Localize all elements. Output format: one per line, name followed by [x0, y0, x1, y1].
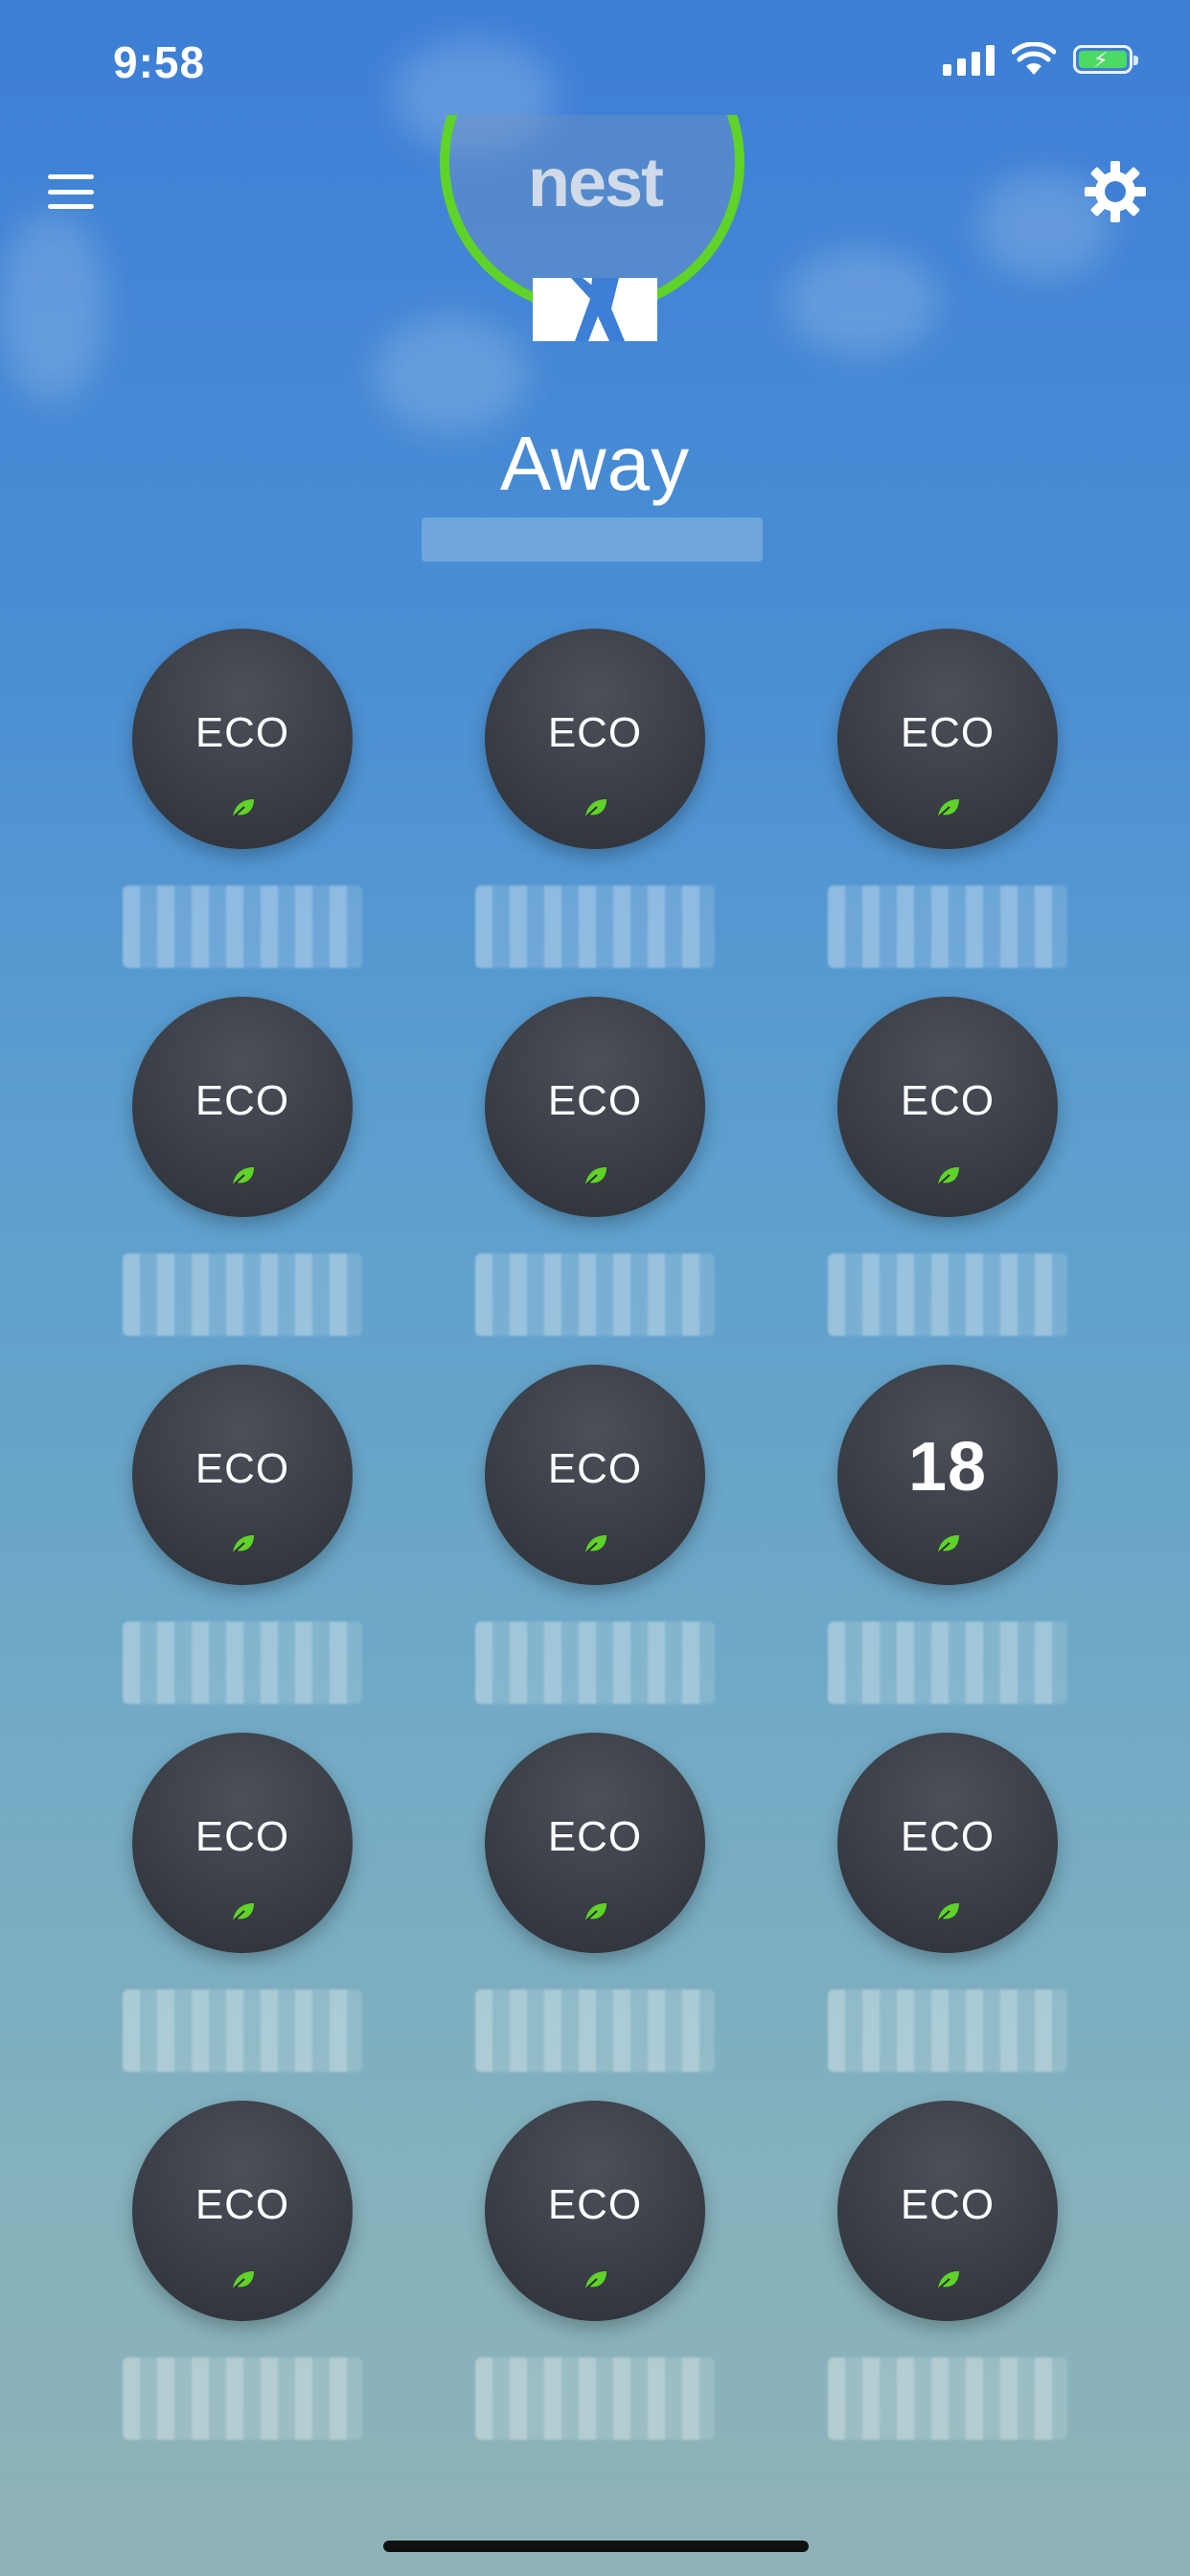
thermostat-tile[interactable]: ECO — [485, 2101, 705, 2321]
redacted-device-name — [475, 1254, 715, 1336]
battery-charging-icon: ⚡ — [1073, 45, 1138, 74]
thermostat-tile[interactable]: ECO — [837, 629, 1058, 849]
thermostat-value: ECO — [547, 1077, 643, 1124]
background-cloud — [786, 249, 939, 355]
thermostat-tile[interactable]: ECO — [837, 1733, 1058, 1953]
thermostat-tile[interactable]: ECO — [132, 2101, 353, 2321]
gear-icon[interactable] — [1081, 157, 1150, 226]
eco-leaf-icon — [585, 1167, 606, 1185]
cellular-signal-icon — [943, 43, 995, 76]
redacted-device-name — [475, 2358, 715, 2440]
thermostat-tile[interactable]: 18 — [837, 1365, 1058, 1585]
eco-leaf-icon — [938, 1903, 959, 1921]
thermostat-value: 18 — [907, 1429, 988, 1506]
thermostat-tile[interactable]: ECO — [485, 997, 705, 1217]
thermostat-value: ECO — [547, 2181, 643, 2228]
thermostat-value: ECO — [900, 1077, 995, 1124]
thermostat-value: ECO — [547, 1445, 643, 1492]
thermostat-value: ECO — [547, 709, 643, 756]
thermostat-tile[interactable]: ECO — [485, 1733, 705, 1953]
eco-leaf-icon — [233, 1903, 254, 1921]
redacted-device-name — [123, 886, 362, 968]
eco-leaf-icon — [233, 2271, 254, 2289]
thermostat-value: ECO — [195, 1813, 290, 1860]
eco-leaf-icon — [938, 2271, 959, 2289]
eco-leaf-icon — [938, 1535, 959, 1553]
thermostat-value: ECO — [195, 1445, 290, 1492]
thermostat-tile[interactable]: ECO — [132, 1733, 353, 1953]
eco-leaf-icon — [938, 799, 959, 817]
eco-leaf-icon — [938, 1167, 959, 1185]
thermostat-value: ECO — [900, 1813, 995, 1860]
redacted-device-name — [123, 1990, 362, 2072]
thermostat-tile[interactable]: ECO — [837, 2101, 1058, 2321]
walking-person-icon — [533, 278, 657, 341]
eco-leaf-icon — [233, 799, 254, 817]
thermostat-tile[interactable]: ECO — [837, 997, 1058, 1217]
redacted-device-name — [828, 886, 1067, 968]
redacted-subtitle — [422, 518, 763, 562]
eco-leaf-icon — [585, 799, 606, 817]
eco-leaf-icon — [585, 2271, 606, 2289]
redacted-device-name — [475, 1990, 715, 2072]
thermostat-value: ECO — [900, 709, 995, 756]
background-cloud — [0, 211, 105, 402]
wifi-icon — [1012, 42, 1056, 75]
eco-leaf-icon — [585, 1903, 606, 1921]
redacted-device-name — [123, 2358, 362, 2440]
thermostat-tile[interactable]: ECO — [132, 629, 353, 849]
thermostat-value: ECO — [195, 709, 290, 756]
redacted-device-name — [828, 1990, 1067, 2072]
redacted-device-name — [828, 1622, 1067, 1704]
thermostat-tile[interactable]: ECO — [485, 629, 705, 849]
redacted-device-name — [828, 2358, 1067, 2440]
thermostat-tile[interactable]: ECO — [132, 1365, 353, 1585]
away-mode-ring[interactable] — [437, 115, 753, 412]
redacted-device-name — [475, 886, 715, 968]
eco-leaf-icon — [233, 1167, 254, 1185]
thermostat-value: ECO — [900, 2181, 995, 2228]
status-icons: ⚡ — [943, 42, 1138, 77]
thermostat-value: ECO — [195, 2181, 290, 2228]
thermostat-value: ECO — [195, 1077, 290, 1124]
thermostat-tile[interactable]: ECO — [132, 997, 353, 1217]
redacted-device-name — [828, 1254, 1067, 1336]
thermostat-tile[interactable]: ECO — [485, 1365, 705, 1585]
redacted-device-name — [475, 1622, 715, 1704]
home-indicator[interactable] — [383, 2541, 809, 2552]
eco-leaf-icon — [233, 1535, 254, 1553]
mode-label: Away — [499, 421, 691, 506]
redacted-device-name — [123, 1622, 362, 1704]
redacted-device-name — [123, 1254, 362, 1336]
eco-leaf-icon — [585, 1535, 606, 1553]
status-time: 9:58 — [113, 37, 206, 87]
thermostat-value: ECO — [547, 1813, 643, 1860]
